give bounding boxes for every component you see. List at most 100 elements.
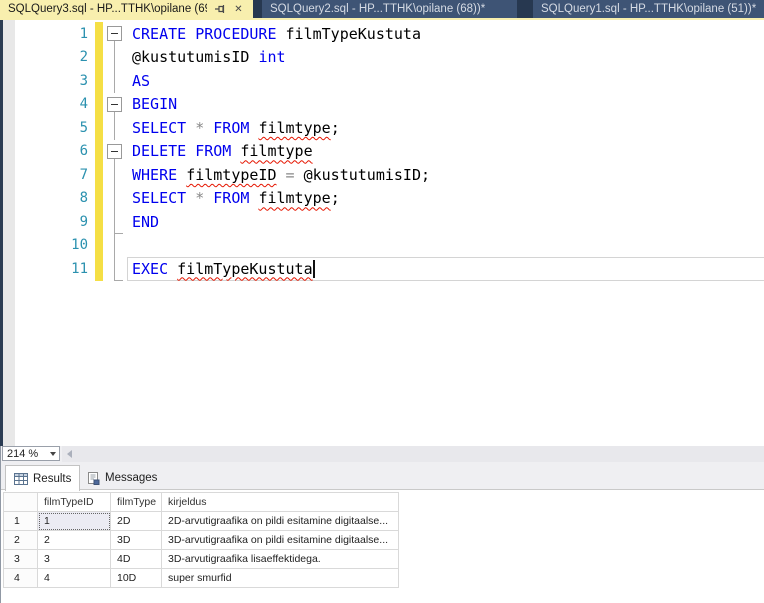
code-line[interactable]: 1 CREATE PROCEDURE filmTypeKustuta: [0, 22, 764, 46]
line-number: 3: [0, 73, 88, 89]
zoom-level-value: 214 %: [3, 448, 46, 460]
grid-cell[interactable]: super smurfid: [162, 569, 399, 588]
line-number: 5: [0, 120, 88, 136]
grid-column-header[interactable]: kirjeldus: [162, 493, 399, 512]
zoom-level-dropdown[interactable]: 214 %: [2, 446, 60, 461]
grid-row-header[interactable]: 2: [4, 531, 38, 550]
ssms-window: SQLQuery3.sql - HP...TTHK\opilane (69))*…: [0, 0, 764, 603]
code-text: AS: [130, 72, 150, 90]
document-tab[interactable]: SQLQuery2.sql - HP...TTHK\opilane (68))*: [262, 0, 517, 18]
outlining-margin: [103, 22, 130, 46]
tab-messages-label: Messages: [105, 472, 157, 484]
document-tabbar: SQLQuery3.sql - HP...TTHK\opilane (69))*…: [0, 0, 764, 18]
table-row: 223D3D-arvutigraafika on pildi esitamine…: [4, 531, 399, 550]
grid-row-header[interactable]: 1: [4, 512, 38, 531]
code-line[interactable]: 8 SELECT * FROM filmtype;: [0, 187, 764, 211]
outlining-margin: [103, 210, 130, 234]
table-row: 4410Dsuper smurfid: [4, 569, 399, 588]
line-number: 4: [0, 96, 88, 112]
code-text: @kustutumisID int: [130, 48, 286, 66]
document-tab-label: SQLQuery2.sql - HP...TTHK\opilane (68))*: [270, 3, 509, 15]
grid-cell[interactable]: 3D: [111, 531, 162, 550]
outlining-margin: [103, 140, 130, 164]
code-text: WHERE filmtypeID = @kustutumisID;: [130, 166, 430, 184]
grid-cell[interactable]: 1: [38, 512, 111, 531]
grid-cell[interactable]: 2D: [111, 512, 162, 531]
line-number: 7: [0, 167, 88, 183]
change-tracking-bar: [95, 140, 103, 164]
change-tracking-bar: [95, 69, 103, 93]
grid-row-header[interactable]: 3: [4, 550, 38, 569]
grid-cell[interactable]: 3: [38, 550, 111, 569]
pin-icon[interactable]: [213, 3, 226, 16]
close-icon[interactable]: ✕: [232, 3, 245, 16]
table-row: 334D3D-arvutigraafika lisaeffektidega.: [4, 550, 399, 569]
text-caret: [313, 260, 315, 278]
tab-results-label: Results: [33, 473, 71, 485]
change-tracking-bar: [95, 163, 103, 187]
grid-header-row: filmTypeIDfilmTypekirjeldus: [4, 493, 399, 512]
fold-collapse-button[interactable]: [107, 26, 122, 41]
line-number: 8: [0, 190, 88, 206]
messages-icon: [87, 472, 100, 485]
outlining-margin: [103, 46, 130, 70]
document-tab[interactable]: SQLQuery3.sql - HP...TTHK\opilane (69))*…: [0, 0, 253, 18]
code-text: SELECT * FROM filmtype;: [130, 189, 340, 207]
grid-column-header[interactable]: filmTypeID: [38, 493, 111, 512]
change-tracking-bar: [95, 46, 103, 70]
code-line[interactable]: 5SELECT * FROM filmtype;: [0, 116, 764, 140]
code-lines: 1 CREATE PROCEDURE filmTypeKustuta 2 @kustu…: [0, 22, 764, 281]
results-panel-tabbar: Results Messages: [0, 462, 764, 490]
grid-cell[interactable]: 2D-arvutigraafika on pildi esitamine dig…: [162, 512, 399, 531]
outlining-margin: [103, 187, 130, 211]
grid-cell[interactable]: 2: [38, 531, 111, 550]
grid-cell[interactable]: 4D: [111, 550, 162, 569]
change-tracking-bar: [95, 187, 103, 211]
fold-collapse-button[interactable]: [107, 97, 122, 112]
code-text: BEGIN: [130, 95, 177, 113]
grid-column-header[interactable]: filmType: [111, 493, 162, 512]
line-number: 9: [0, 214, 88, 230]
sql-code-editor[interactable]: 1 CREATE PROCEDURE filmTypeKustuta 2 @kustu…: [0, 20, 764, 446]
grid-row-header[interactable]: 4: [4, 569, 38, 588]
tab-results[interactable]: Results: [5, 465, 80, 491]
outlining-margin: [103, 257, 130, 281]
line-number: 2: [0, 49, 88, 65]
scroll-left-arrow-icon[interactable]: [67, 450, 72, 458]
grid-corner-cell[interactable]: [4, 493, 38, 512]
outlining-margin: [103, 116, 130, 140]
document-tab-label: SQLQuery3.sql - HP...TTHK\opilane (69))*: [8, 3, 207, 15]
outlining-margin: [103, 69, 130, 93]
code-line[interactable]: 4 BEGIN: [0, 93, 764, 117]
tab-messages[interactable]: Messages: [79, 466, 165, 490]
code-line[interactable]: 6DELETE FROM filmtype: [0, 140, 764, 164]
fold-collapse-button[interactable]: [107, 144, 122, 159]
code-text: END: [130, 213, 159, 231]
change-tracking-bar: [95, 234, 103, 258]
grid-cell[interactable]: 3D-arvutigraafika on pildi esitamine dig…: [162, 531, 399, 550]
change-tracking-bar: [95, 257, 103, 281]
code-line[interactable]: 3 AS: [0, 69, 764, 93]
code-text: DELETE FROM filmtype: [130, 142, 313, 160]
document-tab-label: SQLQuery1.sql - HP...TTHK\opilane (51))*: [541, 3, 756, 15]
outlining-margin: [103, 93, 130, 117]
table-row: 112D2D-arvutigraafika on pildi esitamine…: [4, 512, 399, 531]
grid-cell[interactable]: 10D: [111, 569, 162, 588]
code-line[interactable]: 7 WHERE filmtypeID = @kustutumisID;: [0, 163, 764, 187]
document-tab[interactable]: SQLQuery1.sql - HP...TTHK\opilane (51))*: [533, 0, 764, 18]
grid-cell[interactable]: 4: [38, 569, 111, 588]
change-tracking-bar: [95, 116, 103, 140]
code-line[interactable]: 2 @kustutumisID int: [0, 46, 764, 70]
code-line[interactable]: 10: [0, 234, 764, 258]
chevron-down-icon[interactable]: [46, 447, 59, 460]
results-grid-panel: filmTypeIDfilmTypekirjeldus112D2D-arvuti…: [0, 491, 764, 603]
code-text: CREATE PROCEDURE filmTypeKustuta: [130, 25, 421, 43]
grid-cell[interactable]: 3D-arvutigraafika lisaeffektidega.: [162, 550, 399, 569]
horizontal-scrollbar[interactable]: [62, 446, 764, 462]
change-tracking-bar: [95, 22, 103, 46]
line-number: 10: [0, 237, 88, 253]
change-tracking-bar: [95, 210, 103, 234]
code-line[interactable]: 9 END: [0, 210, 764, 234]
line-number: 1: [0, 26, 88, 42]
results-grid-icon: [14, 473, 28, 485]
